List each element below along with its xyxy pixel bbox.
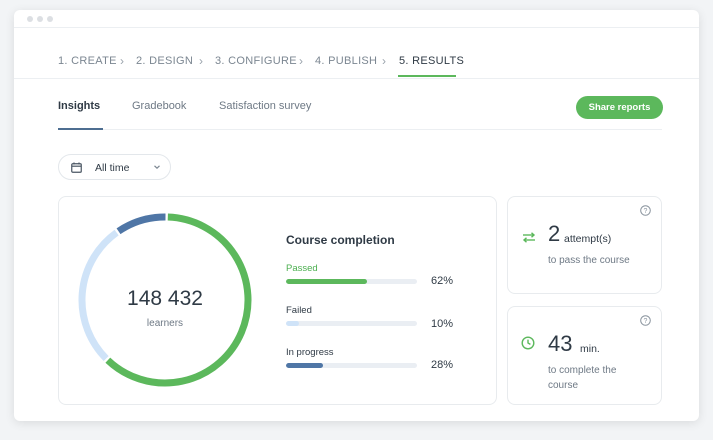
date-range-dropdown[interactable]: All time [58, 154, 171, 180]
attempts-card: ? 2 attempt(s) to pass the course [507, 196, 662, 294]
active-tab-indicator [58, 128, 103, 130]
learners-count: 148 432 [127, 287, 203, 310]
step-publish[interactable]: 4. PUBLISH [315, 55, 377, 67]
step-separator: › [120, 54, 124, 68]
passed-percent: 62% [431, 275, 454, 287]
step-results[interactable]: 5. RESULTS [399, 55, 464, 67]
failed-bar-fill [286, 321, 300, 326]
attempts-unit: attempt(s) [564, 233, 612, 245]
step-separator: › [199, 54, 203, 68]
step-configure[interactable]: 3. CONFIGURE [215, 55, 297, 67]
title-bar [14, 10, 699, 28]
time-card: ? 43 min. to complete the course [507, 306, 662, 405]
tab-satisfaction-survey[interactable]: Satisfaction survey [219, 100, 311, 112]
window-dot [47, 16, 53, 22]
tab-insights[interactable]: Insights [58, 100, 100, 112]
window-dot [27, 16, 33, 22]
svg-text:?: ? [644, 208, 648, 215]
date-range-value: All time [95, 162, 130, 174]
tab-gradebook[interactable]: Gradebook [132, 100, 186, 112]
app-window: 1. CREATE › 2. DESIGN › 3. CONFIGURE › 4… [14, 10, 699, 421]
course-completion-title: Course completion [286, 233, 395, 247]
wizard-stepper: 1. CREATE › 2. DESIGN › 3. CONFIGURE › 4… [14, 28, 699, 79]
window-dot [37, 16, 43, 22]
passed-bar [286, 279, 417, 284]
donut-segment-failed [116, 213, 166, 235]
failed-label: Failed [286, 305, 312, 316]
help-icon[interactable]: ? [640, 205, 651, 216]
passed-label: Passed [286, 263, 318, 274]
step-design[interactable]: 2. DESIGN [136, 55, 193, 67]
active-step-indicator [398, 75, 456, 77]
swap-arrows-icon [522, 232, 536, 243]
in-progress-bar [286, 363, 417, 368]
in-progress-bar-fill [286, 363, 323, 368]
svg-text:?: ? [644, 318, 648, 325]
step-separator: › [299, 54, 303, 68]
time-description: to complete the course [548, 365, 617, 391]
learners-caption: learners [146, 318, 184, 329]
chevron-down-icon [154, 165, 160, 170]
step-create[interactable]: 1. CREATE [58, 55, 117, 67]
attempts-description: to pass the course [548, 255, 630, 266]
in-progress-label: In progress [286, 347, 334, 358]
help-icon[interactable]: ? [640, 315, 651, 326]
share-reports-button[interactable]: Share reports [576, 96, 663, 119]
clock-icon [521, 336, 535, 350]
attempts-value: 2 [548, 221, 561, 246]
time-unit: min. [580, 343, 600, 355]
insights-card: 148 432 learners Course completion Passe… [58, 196, 497, 405]
failed-bar [286, 321, 417, 326]
in-progress-percent: 28% [431, 359, 454, 371]
tabs-divider [58, 129, 662, 130]
passed-bar-fill [286, 279, 368, 284]
calendar-icon [71, 162, 82, 173]
failed-percent: 10% [431, 318, 454, 330]
step-separator: › [382, 54, 386, 68]
time-value: 43 [548, 331, 573, 356]
